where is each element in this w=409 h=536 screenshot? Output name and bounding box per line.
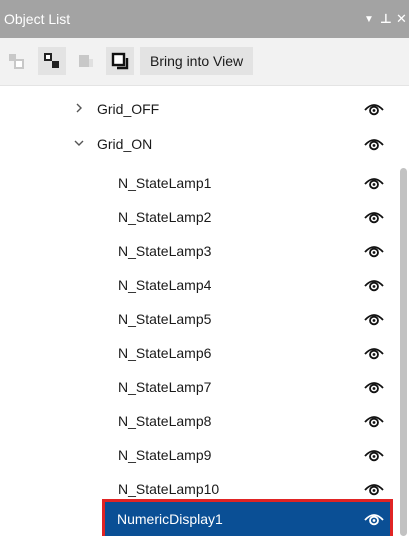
tree-item-n-statelamp2[interactable]: N_StateLamp2 <box>0 200 398 234</box>
dropdown-icon[interactable]: ▼ <box>364 11 374 29</box>
send-backward-icon <box>44 53 59 68</box>
tree-item-label: N_StateLamp8 <box>118 413 212 429</box>
tree-item-label: N_StateLamp7 <box>118 379 212 395</box>
tree-item-label: NumericDisplay1 <box>117 511 223 527</box>
eye-icon[interactable] <box>364 380 384 394</box>
bring-to-front-button[interactable] <box>72 47 100 75</box>
tree-item-n-statelamp8[interactable]: N_StateLamp8 <box>0 404 398 438</box>
tree-item-label: N_StateLamp3 <box>118 243 212 259</box>
tree-item-label: N_StateLamp9 <box>118 447 212 463</box>
eye-icon[interactable] <box>364 210 384 224</box>
send-to-back-icon <box>111 52 129 70</box>
eye-icon[interactable] <box>364 512 384 526</box>
eye-icon[interactable] <box>364 102 384 116</box>
tree-item-n-statelamp5[interactable]: N_StateLamp5 <box>0 302 398 336</box>
tree-item-label: N_StateLamp10 <box>118 481 220 497</box>
tree-group-grid-off[interactable]: Grid_OFF <box>0 92 398 126</box>
bring-into-view-button[interactable]: Bring into View <box>140 47 254 75</box>
tree-item-n-statelamp6[interactable]: N_StateLamp6 <box>0 336 398 370</box>
bring-forward-icon <box>9 54 24 69</box>
tree-item-numericdisplay1-selected[interactable]: NumericDisplay1 <box>105 502 390 536</box>
object-tree: Grid_OFF Grid_ON N_StateLamp1 N_StateLam… <box>0 86 398 536</box>
chevron-right-icon[interactable] <box>72 101 86 115</box>
eye-icon[interactable] <box>364 414 384 428</box>
tree-group-label: Grid_OFF <box>97 101 160 117</box>
close-icon[interactable]: ✕ <box>396 10 407 28</box>
tree-item-n-statelamp10[interactable]: N_StateLamp10 <box>0 472 398 506</box>
eye-icon[interactable] <box>364 278 384 292</box>
panel-titlebar: Object List ▼ ⊥ ✕ <box>0 0 409 38</box>
eye-icon[interactable] <box>364 448 384 462</box>
tree-item-n-statelamp3[interactable]: N_StateLamp3 <box>0 234 398 268</box>
toolbar: Bring into View <box>0 38 409 86</box>
eye-icon[interactable] <box>364 244 384 258</box>
send-to-back-button[interactable] <box>106 47 134 75</box>
tree-item-n-statelamp4[interactable]: N_StateLamp4 <box>0 268 398 302</box>
bring-to-front-icon <box>79 55 93 67</box>
tree-item-n-statelamp7[interactable]: N_StateLamp7 <box>0 370 398 404</box>
scrollbar-thumb[interactable] <box>400 168 407 536</box>
pin-icon[interactable]: ⊥ <box>380 10 392 28</box>
eye-icon[interactable] <box>364 312 384 326</box>
send-backward-button[interactable] <box>38 47 66 75</box>
eye-icon[interactable] <box>364 137 384 151</box>
bring-forward-button[interactable] <box>2 47 30 75</box>
tree-item-label: N_StateLamp1 <box>118 175 212 191</box>
eye-icon[interactable] <box>364 176 384 190</box>
eye-icon[interactable] <box>364 482 384 496</box>
panel-title: Object List <box>4 11 71 27</box>
tree-group-grid-on[interactable]: Grid_ON <box>0 127 398 161</box>
object-list-panel: Object List ▼ ⊥ ✕ Bring into View Grid_O… <box>0 0 409 536</box>
tree-item-label: N_StateLamp4 <box>118 277 212 293</box>
vertical-scrollbar[interactable] <box>398 86 409 536</box>
tree-item-label: N_StateLamp5 <box>118 311 212 327</box>
tree-item-n-statelamp1[interactable]: N_StateLamp1 <box>0 166 398 200</box>
tree-item-n-statelamp9[interactable]: N_StateLamp9 <box>0 438 398 472</box>
chevron-down-icon[interactable] <box>72 136 86 150</box>
tree-item-label: N_StateLamp2 <box>118 209 212 225</box>
eye-icon[interactable] <box>364 346 384 360</box>
tree-group-label: Grid_ON <box>97 136 153 152</box>
tree-item-label: N_StateLamp6 <box>118 345 212 361</box>
